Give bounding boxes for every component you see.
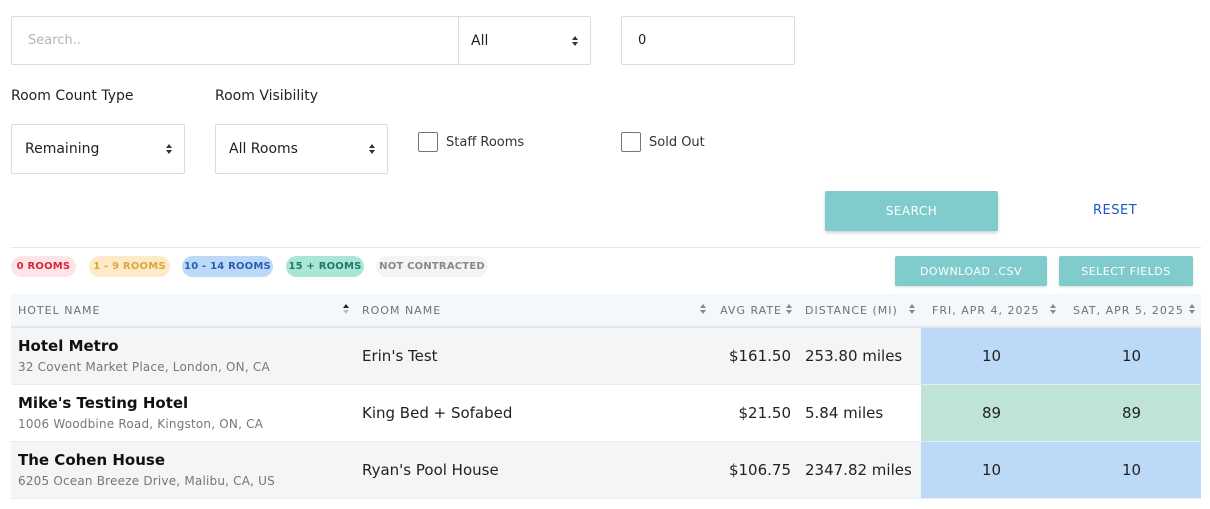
divider xyxy=(11,247,1201,248)
room-visibility-value: All Rooms xyxy=(229,141,298,157)
sort-icon[interactable] xyxy=(343,304,349,314)
select-fields-button[interactable]: SELECT FIELDS xyxy=(1059,256,1193,286)
room-name-cell: Erin's Test xyxy=(355,327,712,385)
distance-cell: 5.84 miles xyxy=(798,384,921,442)
checkbox-box[interactable] xyxy=(418,132,438,152)
staff-rooms-checkbox[interactable]: Staff Rooms xyxy=(418,132,524,152)
sort-icon[interactable] xyxy=(700,304,706,314)
hotel-rooms-table: HOTEL NAME ROOM NAME AVG RATE DISTANCE (… xyxy=(11,294,1201,499)
number-input-value: 0 xyxy=(638,33,647,48)
column-header-hotel-name[interactable]: HOTEL NAME xyxy=(11,294,355,328)
availability-cell: 89 xyxy=(1062,384,1201,442)
reset-link[interactable]: RESET xyxy=(1093,203,1137,218)
legend-10-14-rooms: 10 - 14 ROOMS xyxy=(182,256,273,277)
sort-icon[interactable] xyxy=(1189,304,1195,314)
download-csv-button[interactable]: DOWNLOAD .CSV xyxy=(895,256,1047,286)
legend-zero-rooms: 0 ROOMS xyxy=(11,256,76,277)
legend-not-contracted: NOT CONTRACTED xyxy=(376,256,488,277)
room-name-cell: Ryan's Pool House xyxy=(355,441,712,499)
number-input[interactable]: 0 xyxy=(621,16,795,65)
updown-arrows-icon xyxy=(369,144,375,154)
avg-rate-cell: $21.50 xyxy=(712,384,798,442)
distance-cell: 2347.82 miles xyxy=(798,441,921,499)
updown-arrows-icon xyxy=(166,144,172,154)
room-count-type-value: Remaining xyxy=(25,141,100,157)
hotel-cell: Mike's Testing Hotel 1006 Woodbine Road,… xyxy=(11,384,355,442)
hotel-address: 6205 Ocean Breeze Drive, Malibu, CA, US xyxy=(18,474,275,488)
availability-cell: 10 xyxy=(921,327,1062,385)
availability-cell: 89 xyxy=(921,384,1062,442)
legend-15-plus-rooms: 15 + ROOMS xyxy=(286,256,364,277)
hotel-name: Hotel Metro xyxy=(18,337,119,356)
column-header-room-name[interactable]: ROOM NAME xyxy=(355,294,712,328)
sort-icon[interactable] xyxy=(786,304,792,314)
staff-rooms-label: Staff Rooms xyxy=(446,134,525,150)
distance-cell: 253.80 miles xyxy=(798,327,921,385)
column-header-date-2[interactable]: SAT, APR 5, 2025 xyxy=(1062,294,1201,328)
hotel-cell: Hotel Metro 32 Covent Market Place, Lond… xyxy=(11,327,355,385)
search-button[interactable]: SEARCH xyxy=(825,191,998,231)
column-header-date-1[interactable]: FRI, APR 4, 2025 xyxy=(921,294,1062,328)
hotel-address: 32 Covent Market Place, London, ON, CA xyxy=(18,360,270,375)
table-row[interactable]: Hotel Metro 32 Covent Market Place, Lond… xyxy=(11,327,1201,385)
sold-out-checkbox[interactable]: Sold Out xyxy=(621,132,705,152)
table-row[interactable]: The Cohen House 6205 Ocean Breeze Drive,… xyxy=(11,441,1201,499)
room-visibility-select[interactable]: All Rooms xyxy=(215,124,388,174)
sort-icon[interactable] xyxy=(909,304,915,314)
availability-cell: 10 xyxy=(1062,441,1201,499)
room-name-cell: King Bed + Sofabed xyxy=(355,384,712,442)
availability-cell: 10 xyxy=(1062,327,1201,385)
updown-arrows-icon xyxy=(572,35,578,46)
hotel-name: The Cohen House xyxy=(18,451,166,469)
room-count-type-label: Room Count Type xyxy=(11,88,134,104)
category-select-value: All xyxy=(471,32,489,49)
avg-rate-cell: $106.75 xyxy=(712,441,798,499)
hotel-cell: The Cohen House 6205 Ocean Breeze Drive,… xyxy=(11,441,355,499)
column-header-distance[interactable]: DISTANCE (MI) xyxy=(798,294,921,328)
availability-cell: 10 xyxy=(921,441,1062,499)
checkbox-box[interactable] xyxy=(621,132,641,152)
table-row[interactable]: Mike's Testing Hotel 1006 Woodbine Road,… xyxy=(11,384,1201,442)
hotel-address: 1006 Woodbine Road, Kingston, ON, CA xyxy=(18,417,264,431)
room-count-type-select[interactable]: Remaining xyxy=(11,124,185,174)
search-input[interactable] xyxy=(11,16,459,65)
room-visibility-label: Room Visibility xyxy=(215,88,318,104)
column-header-avg-rate[interactable]: AVG RATE xyxy=(712,294,798,328)
category-select[interactable]: All xyxy=(458,16,591,65)
sort-icon[interactable] xyxy=(1050,304,1056,314)
avg-rate-cell: $161.50 xyxy=(712,327,798,385)
hotel-name: Mike's Testing Hotel xyxy=(18,394,189,412)
sold-out-label: Sold Out xyxy=(649,134,705,150)
legend-1-9-rooms: 1 - 9 ROOMS xyxy=(89,256,170,277)
table-header-row: HOTEL NAME ROOM NAME AVG RATE DISTANCE (… xyxy=(11,294,1201,328)
